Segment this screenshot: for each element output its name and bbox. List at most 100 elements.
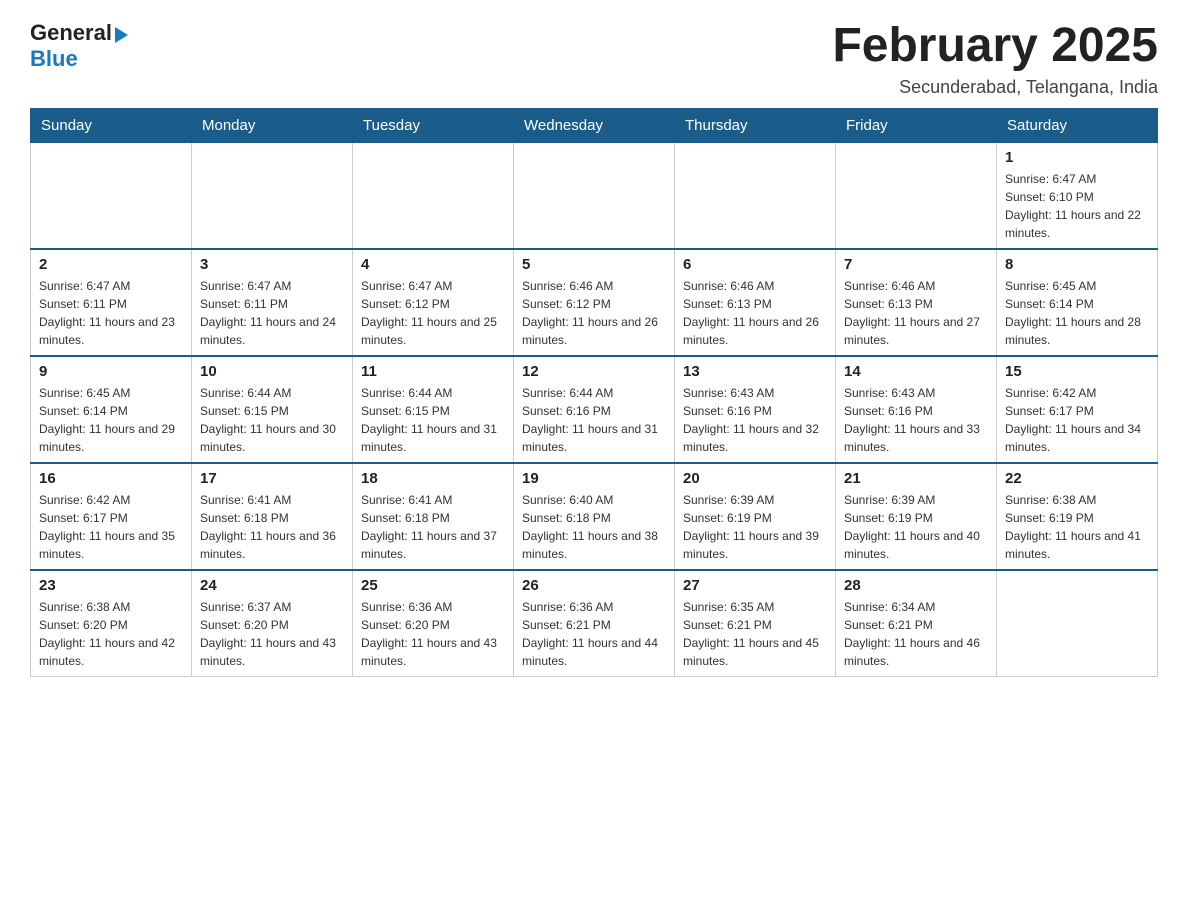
day-info: Sunrise: 6:36 AMSunset: 6:20 PMDaylight:… (361, 598, 505, 670)
calendar-cell (31, 142, 192, 249)
calendar-week-2: 2 Sunrise: 6:47 AMSunset: 6:11 PMDaylight… (31, 249, 1158, 356)
calendar-cell (514, 142, 675, 249)
day-number: 24 (200, 577, 344, 594)
calendar-cell: 24 Sunrise: 6:37 AMSunset: 6:20 PMDayligh… (192, 570, 353, 677)
calendar-cell: 17Sunrise: 6:41 AMSunset: 6:18 PMDayligh… (192, 463, 353, 570)
day-info: Sunrise: 6:35 AMSunset: 6:21 PMDaylight:… (683, 598, 827, 670)
title-area: February 2025 Secunderabad, Telangana, I… (832, 20, 1158, 98)
logo-chevron-icon (115, 27, 128, 43)
calendar-cell: 15 Sunrise: 6:42 AMSunset: 6:17 PMDayligh… (997, 356, 1158, 463)
day-info: Sunrise: 6:40 AMSunset: 6:18 PMDaylight:… (522, 491, 666, 563)
day-number: 26 (522, 577, 666, 594)
logo-blue-text: Blue (30, 46, 78, 72)
day-number: 3 (200, 256, 344, 273)
day-number: 20 (683, 470, 827, 487)
day-number: 27 (683, 577, 827, 594)
calendar-cell: 11Sunrise: 6:44 AMSunset: 6:15 PMDayligh… (353, 356, 514, 463)
day-info: Sunrise: 6:45 AMSunset: 6:14 PMDaylight:… (39, 384, 183, 456)
day-info: Sunrise: 6:43 AMSunset: 6:16 PMDaylight:… (683, 384, 827, 456)
calendar-cell: 12Sunrise: 6:44 AMSunset: 6:16 PMDayligh… (514, 356, 675, 463)
calendar-cell: 21 Sunrise: 6:39 AMSunset: 6:19 PMDayligh… (836, 463, 997, 570)
calendar-cell (997, 570, 1158, 677)
day-number: 22 (1005, 470, 1149, 487)
day-info: Sunrise: 6:38 AMSunset: 6:19 PMDaylight:… (1005, 491, 1149, 563)
weekday-header-friday: Friday (836, 108, 997, 142)
day-info: Sunrise: 6:34 AMSunset: 6:21 PMDaylight:… (844, 598, 988, 670)
calendar-week-5: 23Sunrise: 6:38 AMSunset: 6:20 PMDayligh… (31, 570, 1158, 677)
day-number: 15 (1005, 363, 1149, 380)
day-number: 16 (39, 470, 183, 487)
weekday-header-tuesday: Tuesday (353, 108, 514, 142)
calendar-cell: 6 Sunrise: 6:46 AMSunset: 6:13 PMDaylight… (675, 249, 836, 356)
calendar-cell: 13 Sunrise: 6:43 AMSunset: 6:16 PMDayligh… (675, 356, 836, 463)
day-number: 14 (844, 363, 988, 380)
calendar-cell (836, 142, 997, 249)
day-info: Sunrise: 6:46 AMSunset: 6:13 PMDaylight:… (844, 277, 988, 349)
day-info: Sunrise: 6:42 AMSunset: 6:17 PMDaylight:… (39, 491, 183, 563)
header: General Blue February 2025 Secunderabad,… (30, 20, 1158, 98)
weekday-header-saturday: Saturday (997, 108, 1158, 142)
calendar-cell: 18 Sunrise: 6:41 AMSunset: 6:18 PMDayligh… (353, 463, 514, 570)
calendar-cell: 5 Sunrise: 6:46 AMSunset: 6:12 PMDaylight… (514, 249, 675, 356)
day-info: Sunrise: 6:39 AMSunset: 6:19 PMDaylight:… (844, 491, 988, 563)
calendar-cell: 19 Sunrise: 6:40 AMSunset: 6:18 PMDayligh… (514, 463, 675, 570)
day-number: 19 (522, 470, 666, 487)
day-number: 6 (683, 256, 827, 273)
day-number: 8 (1005, 256, 1149, 273)
day-info: Sunrise: 6:47 AMSunset: 6:10 PMDaylight:… (1005, 170, 1149, 242)
calendar-cell: 25 Sunrise: 6:36 AMSunset: 6:20 PMDayligh… (353, 570, 514, 677)
calendar-week-4: 16 Sunrise: 6:42 AMSunset: 6:17 PMDayligh… (31, 463, 1158, 570)
calendar-cell: 23Sunrise: 6:38 AMSunset: 6:20 PMDayligh… (31, 570, 192, 677)
day-info: Sunrise: 6:42 AMSunset: 6:17 PMDaylight:… (1005, 384, 1149, 456)
day-info: Sunrise: 6:37 AMSunset: 6:20 PMDaylight:… (200, 598, 344, 670)
day-info: Sunrise: 6:46 AMSunset: 6:12 PMDaylight:… (522, 277, 666, 349)
day-number: 9 (39, 363, 183, 380)
day-number: 7 (844, 256, 988, 273)
day-number: 21 (844, 470, 988, 487)
day-number: 25 (361, 577, 505, 594)
day-info: Sunrise: 6:44 AMSunset: 6:15 PMDaylight:… (200, 384, 344, 456)
day-info: Sunrise: 6:39 AMSunset: 6:19 PMDaylight:… (683, 491, 827, 563)
calendar-cell: 16 Sunrise: 6:42 AMSunset: 6:17 PMDayligh… (31, 463, 192, 570)
calendar-cell: 10Sunrise: 6:44 AMSunset: 6:15 PMDayligh… (192, 356, 353, 463)
logo-general-text: General (30, 20, 112, 46)
calendar-cell: 28 Sunrise: 6:34 AMSunset: 6:21 PMDayligh… (836, 570, 997, 677)
page-title: February 2025 (832, 20, 1158, 73)
calendar-cell (192, 142, 353, 249)
calendar-table: SundayMondayTuesdayWednesdayThursdayFrid… (30, 108, 1158, 677)
day-number: 1 (1005, 149, 1149, 166)
day-number: 28 (844, 577, 988, 594)
calendar-cell: 20 Sunrise: 6:39 AMSunset: 6:19 PMDayligh… (675, 463, 836, 570)
calendar-cell: 27 Sunrise: 6:35 AMSunset: 6:21 PMDayligh… (675, 570, 836, 677)
day-info: Sunrise: 6:44 AMSunset: 6:16 PMDaylight:… (522, 384, 666, 456)
calendar-header-row: SundayMondayTuesdayWednesdayThursdayFrid… (31, 108, 1158, 142)
day-info: Sunrise: 6:41 AMSunset: 6:18 PMDaylight:… (200, 491, 344, 563)
weekday-header-sunday: Sunday (31, 108, 192, 142)
day-number: 18 (361, 470, 505, 487)
calendar-cell: 3 Sunrise: 6:47 AMSunset: 6:11 PMDaylight… (192, 249, 353, 356)
day-info: Sunrise: 6:47 AMSunset: 6:12 PMDaylight:… (361, 277, 505, 349)
day-number: 13 (683, 363, 827, 380)
day-number: 4 (361, 256, 505, 273)
calendar-cell: 2Sunrise: 6:47 AMSunset: 6:11 PMDaylight… (31, 249, 192, 356)
calendar-cell: 7 Sunrise: 6:46 AMSunset: 6:13 PMDaylight… (836, 249, 997, 356)
calendar-cell: 9 Sunrise: 6:45 AMSunset: 6:14 PMDaylight… (31, 356, 192, 463)
day-number: 5 (522, 256, 666, 273)
day-info: Sunrise: 6:46 AMSunset: 6:13 PMDaylight:… (683, 277, 827, 349)
calendar-week-1: 1 Sunrise: 6:47 AMSunset: 6:10 PMDaylight… (31, 142, 1158, 249)
weekday-header-thursday: Thursday (675, 108, 836, 142)
day-info: Sunrise: 6:47 AMSunset: 6:11 PMDaylight:… (200, 277, 344, 349)
day-info: Sunrise: 6:43 AMSunset: 6:16 PMDaylight:… (844, 384, 988, 456)
calendar-cell: 22 Sunrise: 6:38 AMSunset: 6:19 PMDayligh… (997, 463, 1158, 570)
page-subtitle: Secunderabad, Telangana, India (832, 77, 1158, 98)
day-info: Sunrise: 6:41 AMSunset: 6:18 PMDaylight:… (361, 491, 505, 563)
day-number: 23 (39, 577, 183, 594)
day-info: Sunrise: 6:44 AMSunset: 6:15 PMDaylight:… (361, 384, 505, 456)
day-number: 2 (39, 256, 183, 273)
day-info: Sunrise: 6:45 AMSunset: 6:14 PMDaylight:… (1005, 277, 1149, 349)
calendar-cell: 26 Sunrise: 6:36 AMSunset: 6:21 PMDayligh… (514, 570, 675, 677)
calendar-cell: 8 Sunrise: 6:45 AMSunset: 6:14 PMDaylight… (997, 249, 1158, 356)
weekday-header-monday: Monday (192, 108, 353, 142)
day-info: Sunrise: 6:36 AMSunset: 6:21 PMDaylight:… (522, 598, 666, 670)
calendar-cell: 4 Sunrise: 6:47 AMSunset: 6:12 PMDaylight… (353, 249, 514, 356)
